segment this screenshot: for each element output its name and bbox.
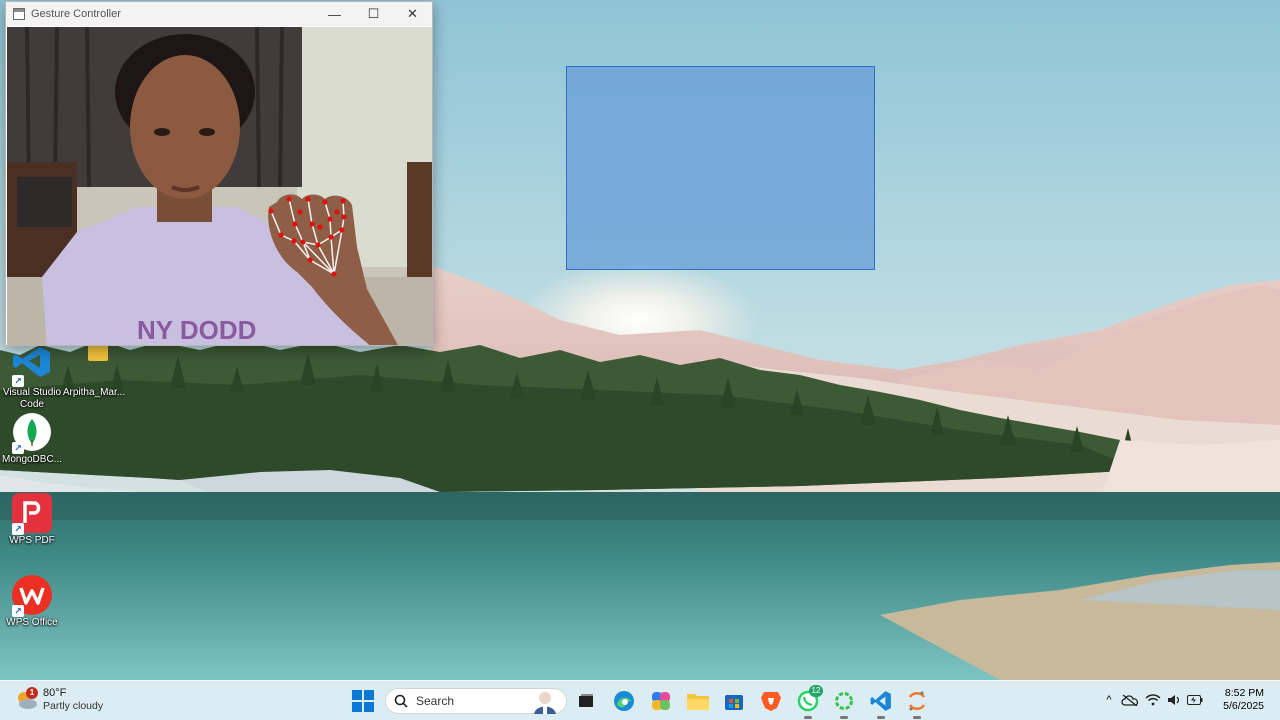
partly-cloudy-icon: 1 — [14, 687, 38, 712]
folder-icon — [687, 694, 709, 710]
desktop-icon-wps-pdf[interactable]: ↗ WPS PDF — [0, 493, 64, 547]
loading-ring-icon — [835, 692, 853, 710]
volume-icon[interactable] — [1164, 694, 1184, 706]
brave-button[interactable] — [757, 687, 785, 715]
weather-condition: Partly cloudy — [43, 700, 104, 712]
copilot-button[interactable] — [647, 687, 675, 715]
file-explorer-button[interactable] — [684, 687, 712, 715]
windows-start-icon — [352, 690, 374, 712]
desktop-icon-vscode[interactable]: ↗ Visual Studio Code — [0, 345, 64, 411]
desktop-icon-label: Visual Studio Code — [2, 387, 62, 410]
start-button[interactable] — [349, 687, 377, 715]
running-indicator — [877, 716, 885, 719]
whatsapp-button[interactable]: 12 — [794, 685, 823, 719]
brave-icon — [761, 692, 781, 711]
desktop-icon-label: WPS Office — [6, 617, 58, 628]
store-icon — [725, 695, 743, 710]
onedrive-icon[interactable] — [1118, 694, 1142, 706]
running-indicator — [804, 716, 812, 719]
mongodb-icon: ↗ — [12, 412, 52, 454]
weather-widget[interactable]: 1 80°F Partly cloudy — [14, 687, 103, 713]
weather-badge: 1 — [26, 687, 38, 699]
gesture-controller-window[interactable]: Gesture Controller — ☐ ✕ NY DODD — [5, 1, 433, 346]
title-bar[interactable]: Gesture Controller — ☐ ✕ — [6, 2, 432, 26]
desktop-icon-folder[interactable]: Arpitha_Mar... — [62, 345, 126, 399]
desktop-icon-label: MongoDBC... — [1, 454, 63, 465]
desktop-icon-label: Arpitha_Mar... — [62, 387, 126, 398]
search-highlight-icon — [530, 690, 560, 714]
running-indicator — [840, 716, 848, 719]
app-window-icon — [13, 8, 25, 20]
edge-button[interactable] — [610, 687, 638, 715]
whatsapp-badge: 12 — [809, 685, 823, 697]
webcam-feed: NY DODD — [7, 27, 432, 345]
jupyter-button[interactable] — [903, 687, 931, 719]
taskbar-search[interactable] — [385, 688, 567, 714]
search-icon — [394, 694, 416, 708]
weather-temperature: 80°F — [43, 687, 67, 699]
taskbar-clock[interactable]: 8:52 PM 5/6/2025 — [1223, 687, 1264, 713]
desktop-icon-label: WPS PDF — [9, 535, 55, 546]
edge-icon — [614, 691, 634, 711]
clock-date: 5/6/2025 — [1223, 700, 1264, 712]
loading-app-button[interactable] — [830, 687, 858, 719]
battery-icon[interactable] — [1184, 695, 1206, 705]
drag-selection-rectangle[interactable] — [566, 66, 875, 270]
taskbar: 1 80°F Partly cloudy — [0, 680, 1280, 720]
wifi-icon[interactable] — [1142, 694, 1164, 706]
clock-time: 8:52 PM — [1224, 687, 1264, 699]
vscode-taskbar-button[interactable] — [867, 687, 895, 719]
minimize-button[interactable]: — — [315, 2, 354, 26]
store-button[interactable] — [720, 687, 748, 715]
copilot-icon — [652, 692, 670, 710]
wps-pdf-icon: ↗ — [12, 493, 52, 535]
system-tray: ^ — [1100, 680, 1206, 720]
task-view-icon — [579, 694, 593, 707]
maximize-button[interactable]: ☐ — [354, 2, 393, 26]
search-input[interactable] — [416, 694, 526, 708]
svg-text:NY DODD: NY DODD — [137, 315, 256, 345]
desktop-icon-mongodb[interactable]: ↗ MongoDBC... — [0, 412, 64, 466]
vscode-icon — [870, 691, 891, 711]
folder-icon — [74, 345, 114, 385]
jupyter-icon — [908, 691, 926, 711]
window-title: Gesture Controller — [31, 8, 121, 20]
chevron-up-icon[interactable]: ^ — [1100, 694, 1118, 706]
task-view-button[interactable] — [572, 687, 600, 715]
vscode-icon: ↗ — [12, 345, 52, 387]
close-button[interactable]: ✕ — [393, 2, 432, 26]
wps-office-icon: ↗ — [12, 575, 52, 617]
running-indicator — [913, 716, 921, 719]
desktop-icon-wps-office[interactable]: ↗ WPS Office — [0, 575, 64, 629]
